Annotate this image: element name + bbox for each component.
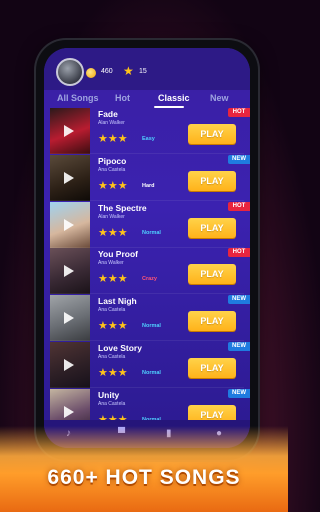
- star-icon: ★: [98, 179, 108, 192]
- star-icon: ★: [107, 320, 118, 333]
- difficulty-label: Crazy: [142, 276, 157, 283]
- album-art[interactable]: [50, 108, 90, 154]
- song-row[interactable]: You Proof Ana Walker ★★★ Crazy HOT PLAY: [44, 248, 250, 295]
- song-row[interactable]: Pipoco Ana Castela ★★★ Hard NEW PLAY: [44, 154, 250, 201]
- star-icon: ★: [123, 64, 134, 78]
- song-badge: HOT: [228, 248, 250, 258]
- song-artist: Ana Castela: [98, 354, 126, 360]
- star-icon: ★: [98, 226, 108, 239]
- song-artist: Ana Castela: [98, 307, 126, 314]
- song-title: Pipoco: [98, 155, 127, 166]
- song-artist: Ana Walker: [98, 260, 124, 267]
- song-badge: NEW: [228, 388, 250, 398]
- play-button[interactable]: PLAY: [188, 217, 236, 238]
- star-icon: ★: [107, 133, 118, 145]
- song-title: The Spectre: [98, 202, 147, 213]
- album-art[interactable]: [50, 248, 90, 295]
- play-button[interactable]: PLAY: [188, 358, 236, 378]
- difficulty-label: Normal: [142, 370, 161, 376]
- star-icon: ★: [117, 273, 128, 286]
- song-artist: Alan Walker: [98, 120, 125, 126]
- difficulty-label: Easy: [142, 136, 155, 142]
- album-art[interactable]: [50, 201, 90, 248]
- play-button[interactable]: PLAY: [188, 311, 236, 332]
- top-bar: 460 ★ 15: [44, 48, 250, 90]
- play-button[interactable]: PLAY: [188, 170, 236, 191]
- song-badge: NEW: [228, 154, 250, 164]
- difficulty-stars: ★★★: [98, 132, 128, 145]
- star-icon: ★: [98, 320, 108, 333]
- star-icon: ★: [117, 320, 128, 333]
- difficulty-label: Normal: [142, 323, 161, 330]
- star-icon: ★: [98, 133, 108, 145]
- difficulty-stars: ★★★: [98, 179, 128, 192]
- star-icon: ★: [107, 226, 118, 239]
- star-icon: ★: [117, 179, 128, 192]
- play-preview-icon[interactable]: [64, 171, 74, 184]
- play-button[interactable]: PLAY: [188, 264, 236, 285]
- song-row[interactable]: Fade Alan Walker ★★★ Easy HOT PLAY: [44, 108, 250, 154]
- star-icon: ★: [98, 273, 108, 286]
- star-icon: ★: [107, 367, 118, 379]
- song-badge: HOT: [228, 201, 250, 211]
- song-title: Last Nigh: [98, 296, 137, 307]
- song-badge: HOT: [228, 108, 250, 117]
- difficulty-stars: ★★★: [98, 366, 128, 379]
- album-art[interactable]: [50, 154, 90, 201]
- song-row[interactable]: Last Nigh Ana Castela ★★★ Normal NEW PLAY: [44, 295, 250, 342]
- avatar[interactable]: [56, 58, 84, 86]
- promo-banner-text: 660+ HOT SONGS: [47, 466, 241, 489]
- song-artist: Alan Walker: [98, 213, 125, 220]
- song-title: Unity: [98, 389, 120, 400]
- song-title: You Proof: [98, 249, 138, 260]
- play-preview-icon[interactable]: [64, 218, 74, 231]
- song-row[interactable]: Love Story Ana Castela ★★★ Normal NEW PLAY: [44, 342, 250, 388]
- song-artist: Ana Castela: [98, 400, 126, 407]
- app-screen: 460 ★ 15 All Songs Hot Classic New Fade A…: [44, 48, 250, 448]
- difficulty-stars: ★★★: [98, 272, 128, 285]
- difficulty-stars: ★★★: [98, 226, 128, 239]
- song-badge: NEW: [228, 342, 250, 351]
- album-art[interactable]: [50, 342, 90, 388]
- play-preview-icon[interactable]: [64, 312, 74, 325]
- star-count: 15: [139, 68, 147, 75]
- song-title: Fade: [98, 109, 118, 119]
- tab-new[interactable]: New: [210, 93, 229, 103]
- star-icon: ★: [117, 367, 128, 379]
- difficulty-label: Normal: [142, 229, 161, 236]
- song-badge: NEW: [228, 295, 250, 305]
- play-preview-icon[interactable]: [64, 405, 74, 418]
- star-icon: ★: [107, 273, 118, 286]
- star-icon: ★: [107, 179, 118, 192]
- play-preview-icon[interactable]: [64, 125, 74, 137]
- song-title: Love Story: [98, 343, 142, 353]
- play-button[interactable]: PLAY: [188, 124, 236, 144]
- tab-hot[interactable]: Hot: [115, 93, 130, 103]
- coin-icon: [86, 68, 96, 78]
- song-row[interactable]: The Spectre Alan Walker ★★★ Normal HOT PLAY: [44, 201, 250, 248]
- star-icon: ★: [117, 226, 128, 239]
- tab-classic[interactable]: Classic: [158, 93, 190, 103]
- category-tabs: All Songs Hot Classic New: [44, 90, 250, 108]
- star-icon: ★: [117, 133, 128, 145]
- star-icon: ★: [98, 367, 108, 379]
- play-preview-icon[interactable]: [64, 265, 74, 278]
- coin-count: 460: [101, 68, 113, 75]
- album-art[interactable]: [50, 295, 90, 342]
- tab-all-songs[interactable]: All Songs: [57, 93, 99, 103]
- song-artist: Ana Castela: [98, 166, 126, 173]
- difficulty-stars: ★★★: [98, 319, 128, 332]
- play-preview-icon[interactable]: [64, 359, 74, 371]
- difficulty-label: Hard: [142, 182, 155, 189]
